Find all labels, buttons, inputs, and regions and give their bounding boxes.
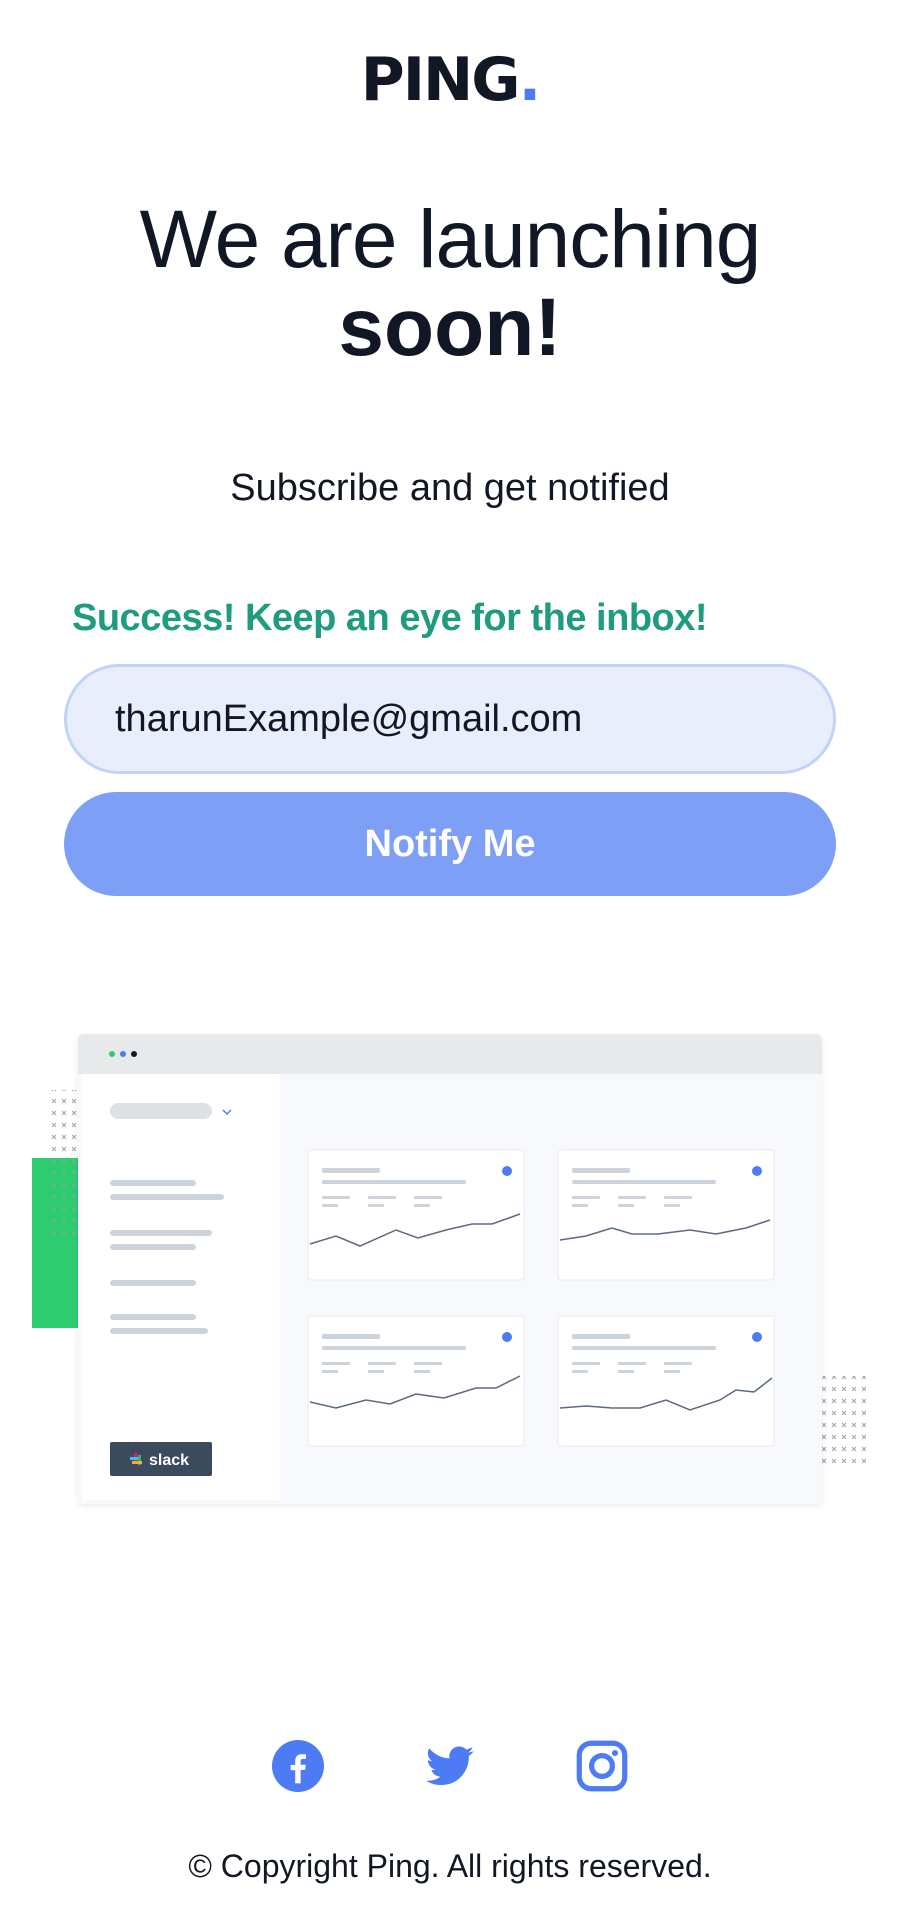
instagram-icon [576, 1740, 628, 1792]
slack-label: slack [149, 1452, 189, 1469]
instagram-link[interactable] [576, 1740, 628, 1792]
headline-bold: soon! [338, 282, 562, 373]
brand-dot: . [518, 45, 541, 115]
success-message: Success! Keep an eye for the inbox! [72, 597, 708, 639]
social-links [0, 1740, 900, 1796]
notify-me-button[interactable]: Notify Me [64, 792, 836, 896]
facebook-icon [272, 1740, 324, 1792]
facebook-link[interactable] [272, 1740, 324, 1792]
dashboard-sidebar [82, 1074, 280, 1500]
pattern-right [820, 1376, 866, 1466]
twitter-link[interactable] [424, 1740, 476, 1792]
email-field[interactable] [64, 664, 836, 774]
copyright-text: © Copyright Ping. All rights reserved. [188, 1848, 712, 1884]
hero-headline: We are launching soon! [0, 196, 900, 372]
brand-name: PING [360, 45, 521, 115]
twitter-icon [426, 1746, 474, 1786]
chart-card-4 [557, 1315, 775, 1447]
chart-card-3 [307, 1315, 525, 1447]
chart-card-2 [557, 1149, 775, 1281]
chart-card-1 [307, 1149, 525, 1281]
dashboard-illustration: slack [32, 1034, 866, 1504]
headline-light: We are launching [139, 194, 762, 285]
hero-subtitle: Subscribe and get notified [230, 467, 670, 509]
brand-logo: PING. [0, 48, 900, 112]
